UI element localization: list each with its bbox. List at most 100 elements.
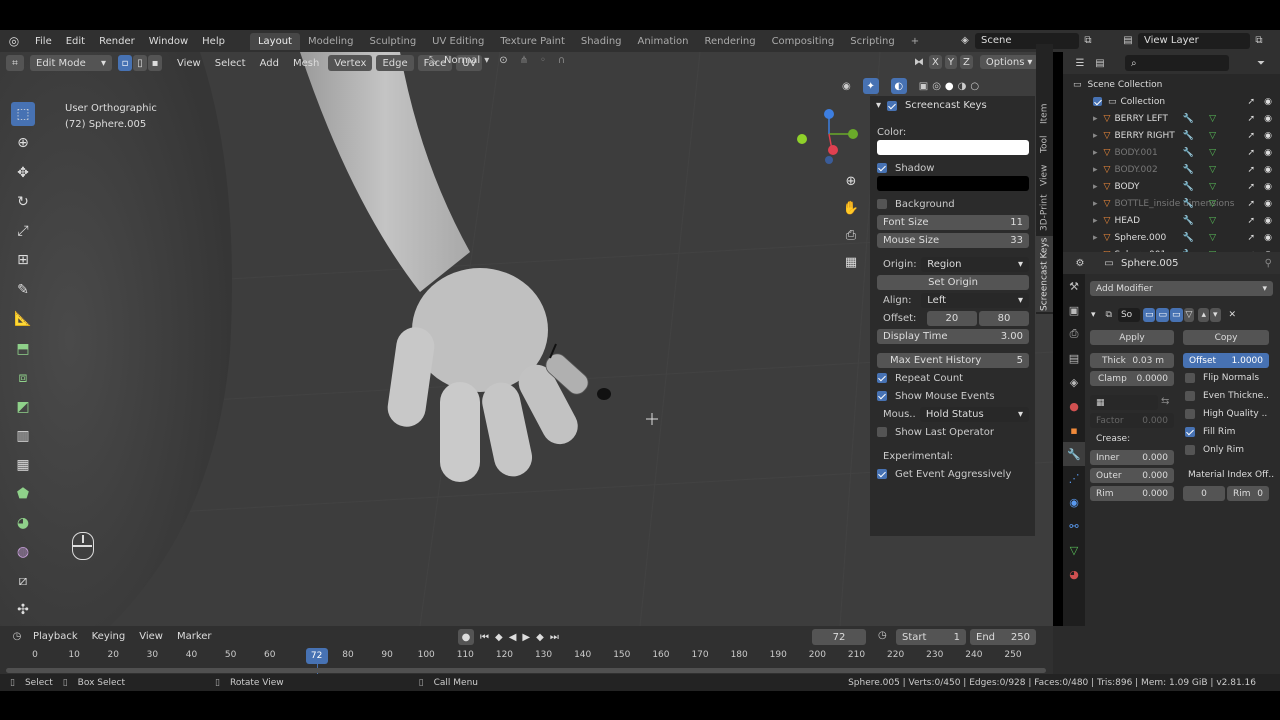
- navigation-gizmo[interactable]: [794, 104, 864, 174]
- font-size-field[interactable]: Font Size 11: [877, 214, 1029, 230]
- prev-keyframe-icon[interactable]: ◆: [495, 632, 503, 643]
- even-thickness-row[interactable]: Even Thickne..: [1185, 391, 1269, 401]
- transform-tool-icon[interactable]: ⊞: [11, 248, 35, 272]
- viewport-menu-vertex[interactable]: Vertex: [328, 55, 373, 71]
- frame-cursor[interactable]: 72: [305, 648, 328, 664]
- viewport-menu-mesh[interactable]: Mesh: [286, 58, 326, 69]
- jump-end-icon[interactable]: ⏭: [550, 632, 559, 643]
- timeline-ruler[interactable]: 0 10 20 30 40 50 60 80 90 100 110 120 130 140 150 160 17…: [0, 650, 1053, 666]
- tab-animation[interactable]: Animation: [630, 33, 697, 50]
- tab-layout[interactable]: Layout: [249, 32, 300, 50]
- particles-tab-icon[interactable]: ⋰: [1063, 466, 1085, 490]
- eye-icon[interactable]: ◉: [1264, 131, 1272, 141]
- npanel-tab-view[interactable]: View: [1036, 160, 1053, 190]
- flip-normals-row[interactable]: Flip Normals: [1185, 373, 1259, 383]
- show-last-op-checkbox[interactable]: [877, 427, 887, 437]
- outliner-object-row[interactable]: ▸ ▽ BERRY LEFT 🔧 ▽ ➚ ◉: [1063, 110, 1280, 127]
- background-row[interactable]: Background: [877, 196, 1029, 212]
- display-time-field[interactable]: Display Time 3.00: [877, 328, 1029, 344]
- close-icon[interactable]: ✕: [1229, 310, 1237, 320]
- add-modifier-dropdown[interactable]: Add Modifier ▾: [1090, 281, 1273, 296]
- add-workspace-icon[interactable]: +: [903, 33, 927, 50]
- end-frame-field[interactable]: End 250: [970, 629, 1036, 645]
- annotate-tool-icon[interactable]: ✎: [11, 278, 35, 302]
- color-swatch[interactable]: [877, 140, 1029, 155]
- eye-icon[interactable]: ◉: [1264, 216, 1272, 226]
- expand-icon[interactable]: ▸: [1093, 216, 1098, 226]
- scene-collection-row[interactable]: ▭ Scene Collection: [1063, 76, 1280, 93]
- xray-icon[interactable]: ▣: [919, 81, 928, 92]
- new-view-layer-icon[interactable]: ⧉: [1250, 35, 1268, 46]
- cursor-tool-icon[interactable]: ⊕: [11, 131, 35, 155]
- screencast-enable-checkbox[interactable]: [887, 100, 898, 111]
- zoom-icon[interactable]: ⊕: [842, 172, 860, 190]
- move-up-icon[interactable]: ▴: [1198, 308, 1209, 322]
- apply-button[interactable]: Apply: [1090, 330, 1174, 345]
- invert-vertex-group-icon[interactable]: ⇆: [1161, 396, 1169, 407]
- expand-icon[interactable]: ▸: [1093, 148, 1098, 158]
- show-mouse-row[interactable]: Show Mouse Events: [877, 388, 1029, 404]
- constraints-tab-icon[interactable]: ⚯: [1063, 514, 1085, 538]
- scale-tool-icon[interactable]: ⤢: [11, 219, 35, 243]
- poly-build-tool-icon[interactable]: ⬟: [11, 482, 35, 506]
- shear-tool-icon[interactable]: ✣: [11, 598, 35, 622]
- expand-icon[interactable]: ▸: [1093, 233, 1098, 243]
- offset-x-field[interactable]: 20: [926, 310, 977, 326]
- output-tab-icon[interactable]: ⎙: [1063, 322, 1085, 346]
- timeline-scrollbar[interactable]: [6, 668, 1046, 673]
- camera-icon[interactable]: ⎙: [842, 226, 860, 244]
- edge-slide-tool-icon[interactable]: ⧄: [11, 569, 35, 593]
- menu-window[interactable]: Window: [142, 36, 195, 47]
- blender-logo-icon[interactable]: ◎: [0, 34, 28, 48]
- chevron-down-icon[interactable]: ▾: [1091, 310, 1096, 320]
- select-arrow-icon[interactable]: ➚: [1247, 97, 1255, 107]
- vertex-select-icon[interactable]: ▫: [118, 55, 132, 71]
- collection-checkbox[interactable]: [1093, 97, 1102, 106]
- menu-help[interactable]: Help: [195, 36, 232, 47]
- jump-start-icon[interactable]: ⏮: [480, 632, 489, 643]
- bevel-tool-icon[interactable]: ◩: [11, 395, 35, 419]
- background-checkbox[interactable]: [877, 199, 887, 209]
- timeline-menu-marker[interactable]: Marker: [170, 631, 219, 642]
- measure-tool-icon[interactable]: 📐: [11, 307, 35, 331]
- options-dropdown[interactable]: Options ▾: [979, 55, 1039, 69]
- modifier-tab-icon[interactable]: 🔧: [1063, 442, 1085, 466]
- start-frame-field[interactable]: Start 1: [896, 629, 966, 645]
- select-arrow-icon[interactable]: ➚: [1247, 131, 1255, 141]
- current-frame-field[interactable]: 72: [812, 629, 866, 645]
- render-toggle-icon[interactable]: ▽: [1183, 308, 1195, 322]
- eye-icon[interactable]: ◉: [1264, 182, 1272, 192]
- outliner-object-row[interactable]: ▸ ▽ HEAD 🔧 ▽ ➚ ◉: [1063, 212, 1280, 229]
- tab-shading[interactable]: Shading: [573, 33, 630, 50]
- outliner-object-row[interactable]: ▸ ▽ BOTTLE_inside dimensions 🔧 ▽ ➚ ◉: [1063, 195, 1280, 212]
- select-arrow-icon[interactable]: ➚: [1247, 182, 1255, 192]
- rim-material-offset-field[interactable]: Rim 0: [1227, 486, 1269, 501]
- select-arrow-icon[interactable]: ➚: [1247, 233, 1255, 243]
- select-box-tool-icon[interactable]: ⬚: [11, 102, 35, 126]
- physics-tab-icon[interactable]: ◉: [1063, 490, 1085, 514]
- get-event-checkbox[interactable]: [877, 469, 887, 479]
- vertex-group-field[interactable]: ▦: [1090, 395, 1158, 410]
- only-rim-row[interactable]: Only Rim: [1185, 445, 1244, 455]
- collection-row[interactable]: ▭ Collection ➚ ◉: [1063, 93, 1280, 110]
- flip-normals-checkbox[interactable]: [1185, 373, 1195, 383]
- world-tab-icon[interactable]: ●: [1063, 394, 1085, 418]
- select-arrow-icon[interactable]: ➚: [1247, 216, 1255, 226]
- offset-field[interactable]: Offset 1.0000: [1183, 353, 1269, 368]
- viewport-menu-edge[interactable]: Edge: [376, 55, 414, 71]
- editor-type-icon[interactable]: ⌗: [6, 55, 24, 71]
- tool-tab-icon[interactable]: ⚒: [1063, 274, 1085, 298]
- eye-icon[interactable]: ◉: [1264, 97, 1272, 107]
- outliner-editor-icon[interactable]: ☰: [1071, 58, 1089, 69]
- fill-rim-checkbox[interactable]: [1185, 427, 1195, 437]
- modifier-name-input[interactable]: So: [1117, 308, 1140, 322]
- shadow-color-swatch[interactable]: [877, 176, 1029, 191]
- extrude-tool-icon[interactable]: ⬒: [11, 337, 35, 361]
- rim-crease-field[interactable]: Rim 0.000: [1090, 486, 1174, 501]
- even-thickness-checkbox[interactable]: [1185, 391, 1195, 401]
- eye-icon[interactable]: ◉: [1264, 199, 1272, 209]
- scene-tab-icon[interactable]: ◈: [1063, 370, 1085, 394]
- smooth-tool-icon[interactable]: ◍: [11, 540, 35, 564]
- eye-icon[interactable]: ◉: [1264, 165, 1272, 175]
- material-shading-icon[interactable]: ◑: [958, 81, 967, 92]
